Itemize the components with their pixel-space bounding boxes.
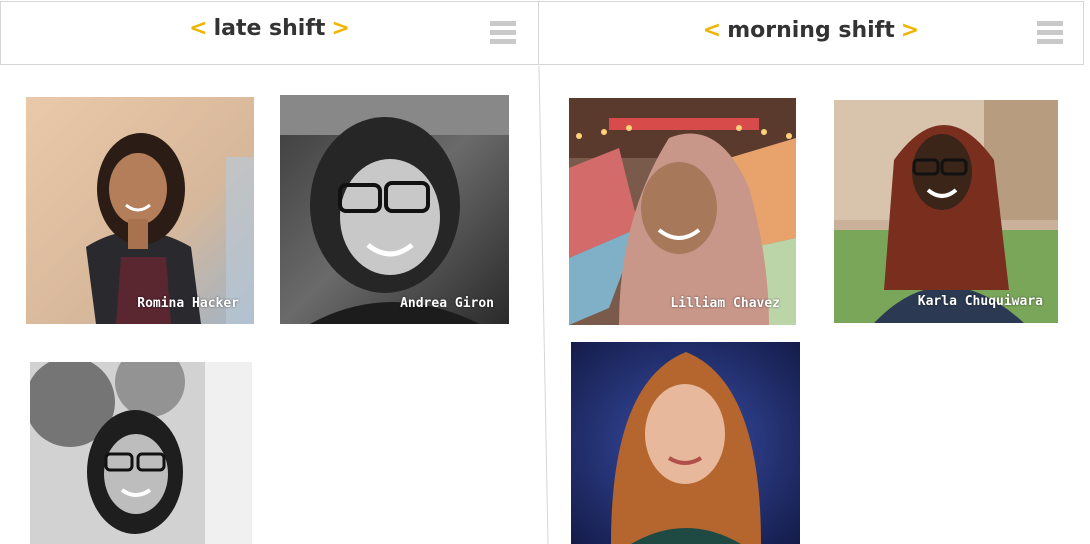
- morning-shift-next-button[interactable]: >: [901, 18, 919, 43]
- late-shift-title-row: < late shift >: [1, 16, 538, 41]
- person-photo: [30, 362, 252, 544]
- person-card-lilliam-chavez[interactable]: Lilliam Chavez: [569, 98, 796, 325]
- late-shift-next-button[interactable]: >: [331, 16, 349, 41]
- late-shift-hamburger-menu-icon[interactable]: [490, 21, 516, 45]
- person-photo: [569, 98, 796, 325]
- person-card-andrea-giron[interactable]: Andrea Giron: [280, 95, 509, 324]
- person-card-karla-chuquiwara[interactable]: Karla Chuquiwara: [834, 100, 1058, 323]
- morning-shift-title: morning shift: [727, 18, 895, 43]
- person-card-late-shift-3[interactable]: [30, 362, 252, 544]
- person-photo: [834, 100, 1058, 323]
- morning-shift-prev-button[interactable]: <: [703, 18, 721, 43]
- morning-shift-hamburger-menu-icon[interactable]: [1037, 21, 1063, 45]
- person-name: Karla Chuquiwara: [917, 294, 1043, 309]
- person-card-morning-shift-3[interactable]: [571, 342, 800, 544]
- morning-shift-header: < morning shift >: [538, 1, 1084, 65]
- late-shift-title: late shift: [213, 16, 326, 41]
- person-name: Romina Hacker: [137, 296, 239, 311]
- person-photo: [571, 342, 800, 544]
- late-shift-prev-button[interactable]: <: [189, 16, 207, 41]
- person-name: Lilliam Chavez: [670, 296, 780, 311]
- person-name: Andrea Giron: [400, 296, 494, 311]
- morning-shift-title-row: < morning shift >: [539, 18, 1083, 43]
- late-shift-header: < late shift >: [0, 1, 539, 65]
- person-photo: [280, 95, 509, 324]
- person-card-romina-hacker[interactable]: Romina Hacker: [26, 97, 254, 324]
- person-photo: [26, 97, 254, 324]
